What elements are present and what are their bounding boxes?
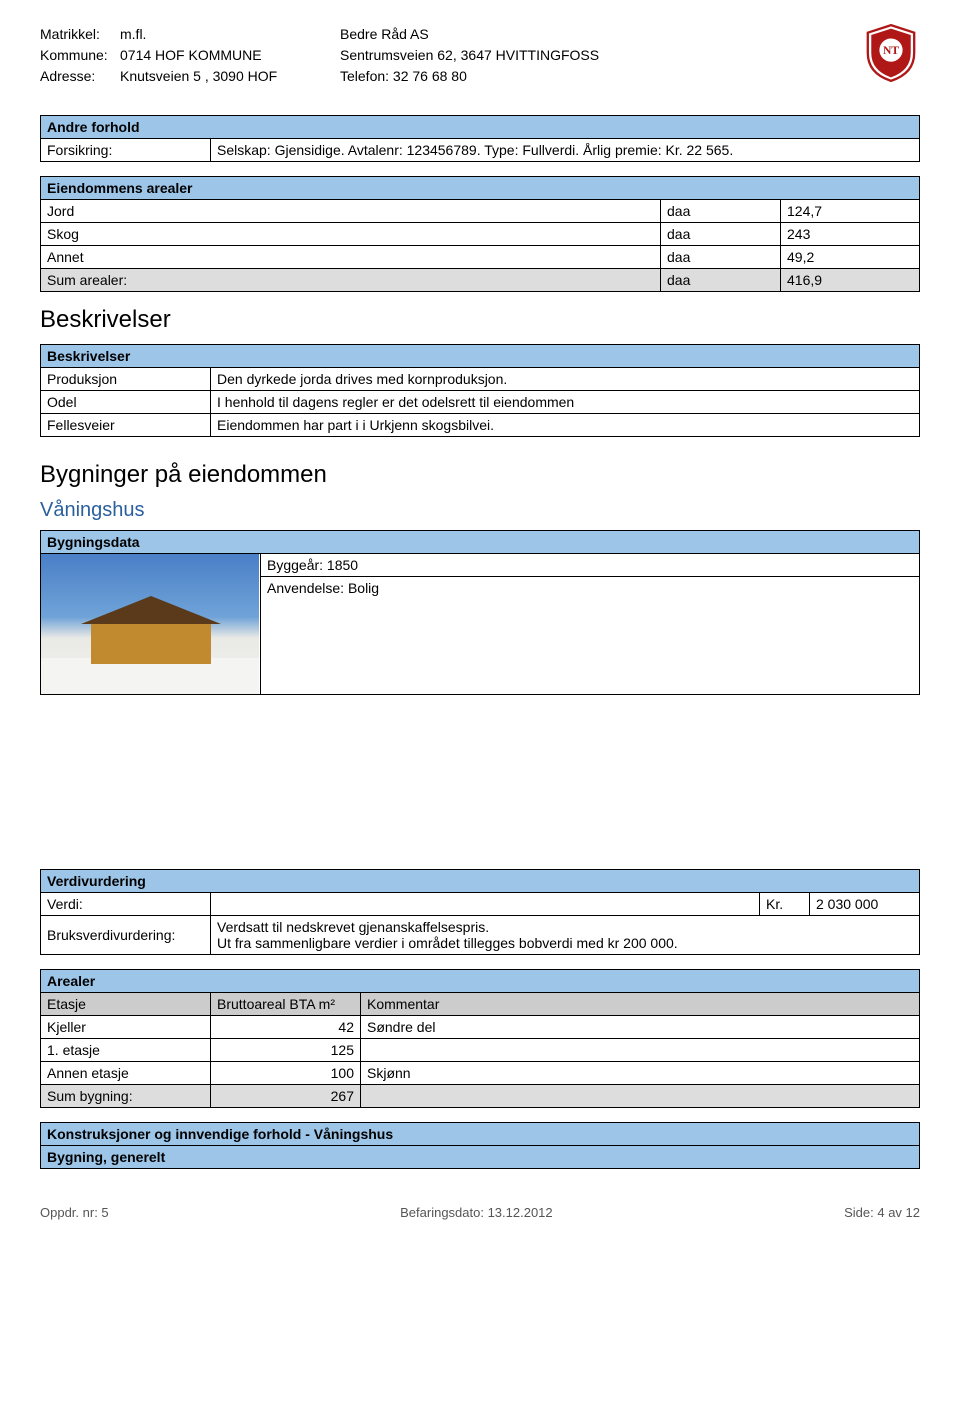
vaningshus-heading: Våningshus bbox=[40, 499, 920, 522]
header-mid: Bedre Råd AS Sentrumsveien 62, 3647 HVIT… bbox=[340, 24, 862, 87]
table-row: Produksjon Den dyrkede jorda drives med … bbox=[41, 368, 920, 391]
page-header: Matrikkel: m.fl. Kommune: 0714 HOF KOMMU… bbox=[40, 24, 920, 87]
kommentar-sum-cell bbox=[361, 1085, 920, 1108]
kommune-value: 0714 HOF KOMMUNE bbox=[120, 45, 262, 66]
bygning-photo bbox=[41, 554, 261, 695]
table-row: Verdi: Kr. 2 030 000 bbox=[41, 893, 920, 916]
areal-sum-unit: daa bbox=[661, 269, 781, 292]
bygningsdata-table: Bygningsdata Byggeår: 1850 Anvendelse: B… bbox=[40, 530, 920, 695]
matrikkel-label: Matrikkel: bbox=[40, 24, 120, 45]
table-row: Jord daa 124,7 bbox=[41, 200, 920, 223]
verdivurdering-title: Verdivurdering bbox=[41, 870, 920, 893]
etasje-cell: Annen etasje bbox=[41, 1062, 211, 1085]
areal-value: 243 bbox=[781, 223, 920, 246]
etasje-cell: Kjeller bbox=[41, 1016, 211, 1039]
konstruksjoner-sub: Bygning, generelt bbox=[41, 1146, 920, 1169]
beskrivelse-value: I henhold til dagens regler er det odels… bbox=[211, 391, 920, 414]
areal-label: Jord bbox=[41, 200, 661, 223]
bta-cell: 100 bbox=[211, 1062, 361, 1085]
kommentar-cell: Skjønn bbox=[361, 1062, 920, 1085]
areal-sum-value: 416,9 bbox=[781, 269, 920, 292]
beskrivelser-table: Beskrivelser Produksjon Den dyrkede jord… bbox=[40, 344, 920, 437]
areal-value: 124,7 bbox=[781, 200, 920, 223]
bygningsdata-title: Bygningsdata bbox=[41, 531, 920, 554]
anvendelse-value: Anvendelse: Bolig bbox=[261, 577, 920, 695]
areal-sum-label: Sum arealer: bbox=[41, 269, 661, 292]
beskrivelser-title: Beskrivelser bbox=[41, 345, 920, 368]
footer-left: Oppdr. nr: 5 bbox=[40, 1205, 109, 1220]
adresse-value: Knutsveien 5 , 3090 HOF bbox=[120, 66, 277, 87]
andre-forhold-title: Andre forhold bbox=[41, 116, 920, 139]
table-row: Annen etasje 100 Skjønn bbox=[41, 1062, 920, 1085]
arealer-table: Arealer Etasje Bruttoareal BTA m² Kommen… bbox=[40, 969, 920, 1108]
andre-forhold-table: Andre forhold Forsikring: Selskap: Gjens… bbox=[40, 115, 920, 162]
arealer-title: Arealer bbox=[41, 970, 920, 993]
header-left: Matrikkel: m.fl. Kommune: 0714 HOF KOMMU… bbox=[40, 24, 340, 87]
eiendommens-arealer-table: Eiendommens arealer Jord daa 124,7 Skog … bbox=[40, 176, 920, 292]
table-sum-row: Sum arealer: daa 416,9 bbox=[41, 269, 920, 292]
table-row: Odel I henhold til dagens regler er det … bbox=[41, 391, 920, 414]
forsikring-value: Selskap: Gjensidige. Avtalenr: 123456789… bbox=[211, 139, 920, 162]
company-phone: Telefon: 32 76 68 80 bbox=[340, 66, 862, 87]
byggear-value: Byggeår: 1850 bbox=[261, 554, 920, 577]
page-footer: Oppdr. nr: 5 Befaringsdato: 13.12.2012 S… bbox=[40, 1199, 920, 1220]
bruksverdi-label: Bruksverdivurdering: bbox=[41, 916, 211, 955]
footer-mid: Befaringsdato: 13.12.2012 bbox=[400, 1205, 553, 1220]
arealer-col-kommentar: Kommentar bbox=[361, 993, 920, 1016]
etasje-cell: 1. etasje bbox=[41, 1039, 211, 1062]
bta-cell: 42 bbox=[211, 1016, 361, 1039]
beskrivelse-label: Fellesveier bbox=[41, 414, 211, 437]
eiendommens-arealer-title: Eiendommens arealer bbox=[41, 177, 920, 200]
arealer-col-etasje: Etasje bbox=[41, 993, 211, 1016]
kommune-label: Kommune: bbox=[40, 45, 120, 66]
beskrivelser-heading: Beskrivelser bbox=[40, 306, 920, 334]
areal-label: Skog bbox=[41, 223, 661, 246]
footer-right: Side: 4 av 12 bbox=[844, 1205, 920, 1220]
beskrivelse-label: Produksjon bbox=[41, 368, 211, 391]
areal-label: Annet bbox=[41, 246, 661, 269]
company-address: Sentrumsveien 62, 3647 HVITTINGFOSS bbox=[340, 45, 862, 66]
beskrivelse-label: Odel bbox=[41, 391, 211, 414]
areal-unit: daa bbox=[661, 246, 781, 269]
table-row: Bruksverdivurdering: Verdsatt til nedskr… bbox=[41, 916, 920, 955]
arealer-col-bta: Bruttoareal BTA m² bbox=[211, 993, 361, 1016]
konstruksjoner-table: Konstruksjoner og innvendige forhold - V… bbox=[40, 1122, 920, 1169]
areal-value: 49,2 bbox=[781, 246, 920, 269]
table-sum-row: Sum bygning: 267 bbox=[41, 1085, 920, 1108]
table-row: Skog daa 243 bbox=[41, 223, 920, 246]
beskrivelse-value: Den dyrkede jorda drives med kornproduks… bbox=[211, 368, 920, 391]
kommentar-cell: Søndre del bbox=[361, 1016, 920, 1039]
svg-text:NT: NT bbox=[883, 44, 899, 57]
logo-icon: NT bbox=[862, 24, 920, 82]
forsikring-label: Forsikring: bbox=[41, 139, 211, 162]
table-row: Fellesveier Eiendommen har part i i Urkj… bbox=[41, 414, 920, 437]
table-row: 1. etasje 125 bbox=[41, 1039, 920, 1062]
etasje-sum-cell: Sum bygning: bbox=[41, 1085, 211, 1108]
verdivurdering-table: Verdivurdering Verdi: Kr. 2 030 000 Bruk… bbox=[40, 869, 920, 955]
verdi-label: Verdi: bbox=[41, 893, 211, 916]
beskrivelse-value: Eiendommen har part i i Urkjenn skogsbil… bbox=[211, 414, 920, 437]
bruksverdi-value: Verdsatt til nedskrevet gjenanskaffelses… bbox=[211, 916, 920, 955]
bta-sum-cell: 267 bbox=[211, 1085, 361, 1108]
company-name: Bedre Råd AS bbox=[340, 24, 862, 45]
adresse-label: Adresse: bbox=[40, 66, 120, 87]
matrikkel-value: m.fl. bbox=[120, 24, 146, 45]
kommentar-cell bbox=[361, 1039, 920, 1062]
areal-unit: daa bbox=[661, 223, 781, 246]
areal-unit: daa bbox=[661, 200, 781, 223]
konstruksjoner-title: Konstruksjoner og innvendige forhold - V… bbox=[41, 1123, 920, 1146]
bta-cell: 125 bbox=[211, 1039, 361, 1062]
verdi-amount: 2 030 000 bbox=[810, 893, 920, 916]
verdi-currency: Kr. bbox=[760, 893, 810, 916]
table-row: Annet daa 49,2 bbox=[41, 246, 920, 269]
bygninger-heading: Bygninger på eiendommen bbox=[40, 461, 920, 489]
table-row: Kjeller 42 Søndre del bbox=[41, 1016, 920, 1039]
